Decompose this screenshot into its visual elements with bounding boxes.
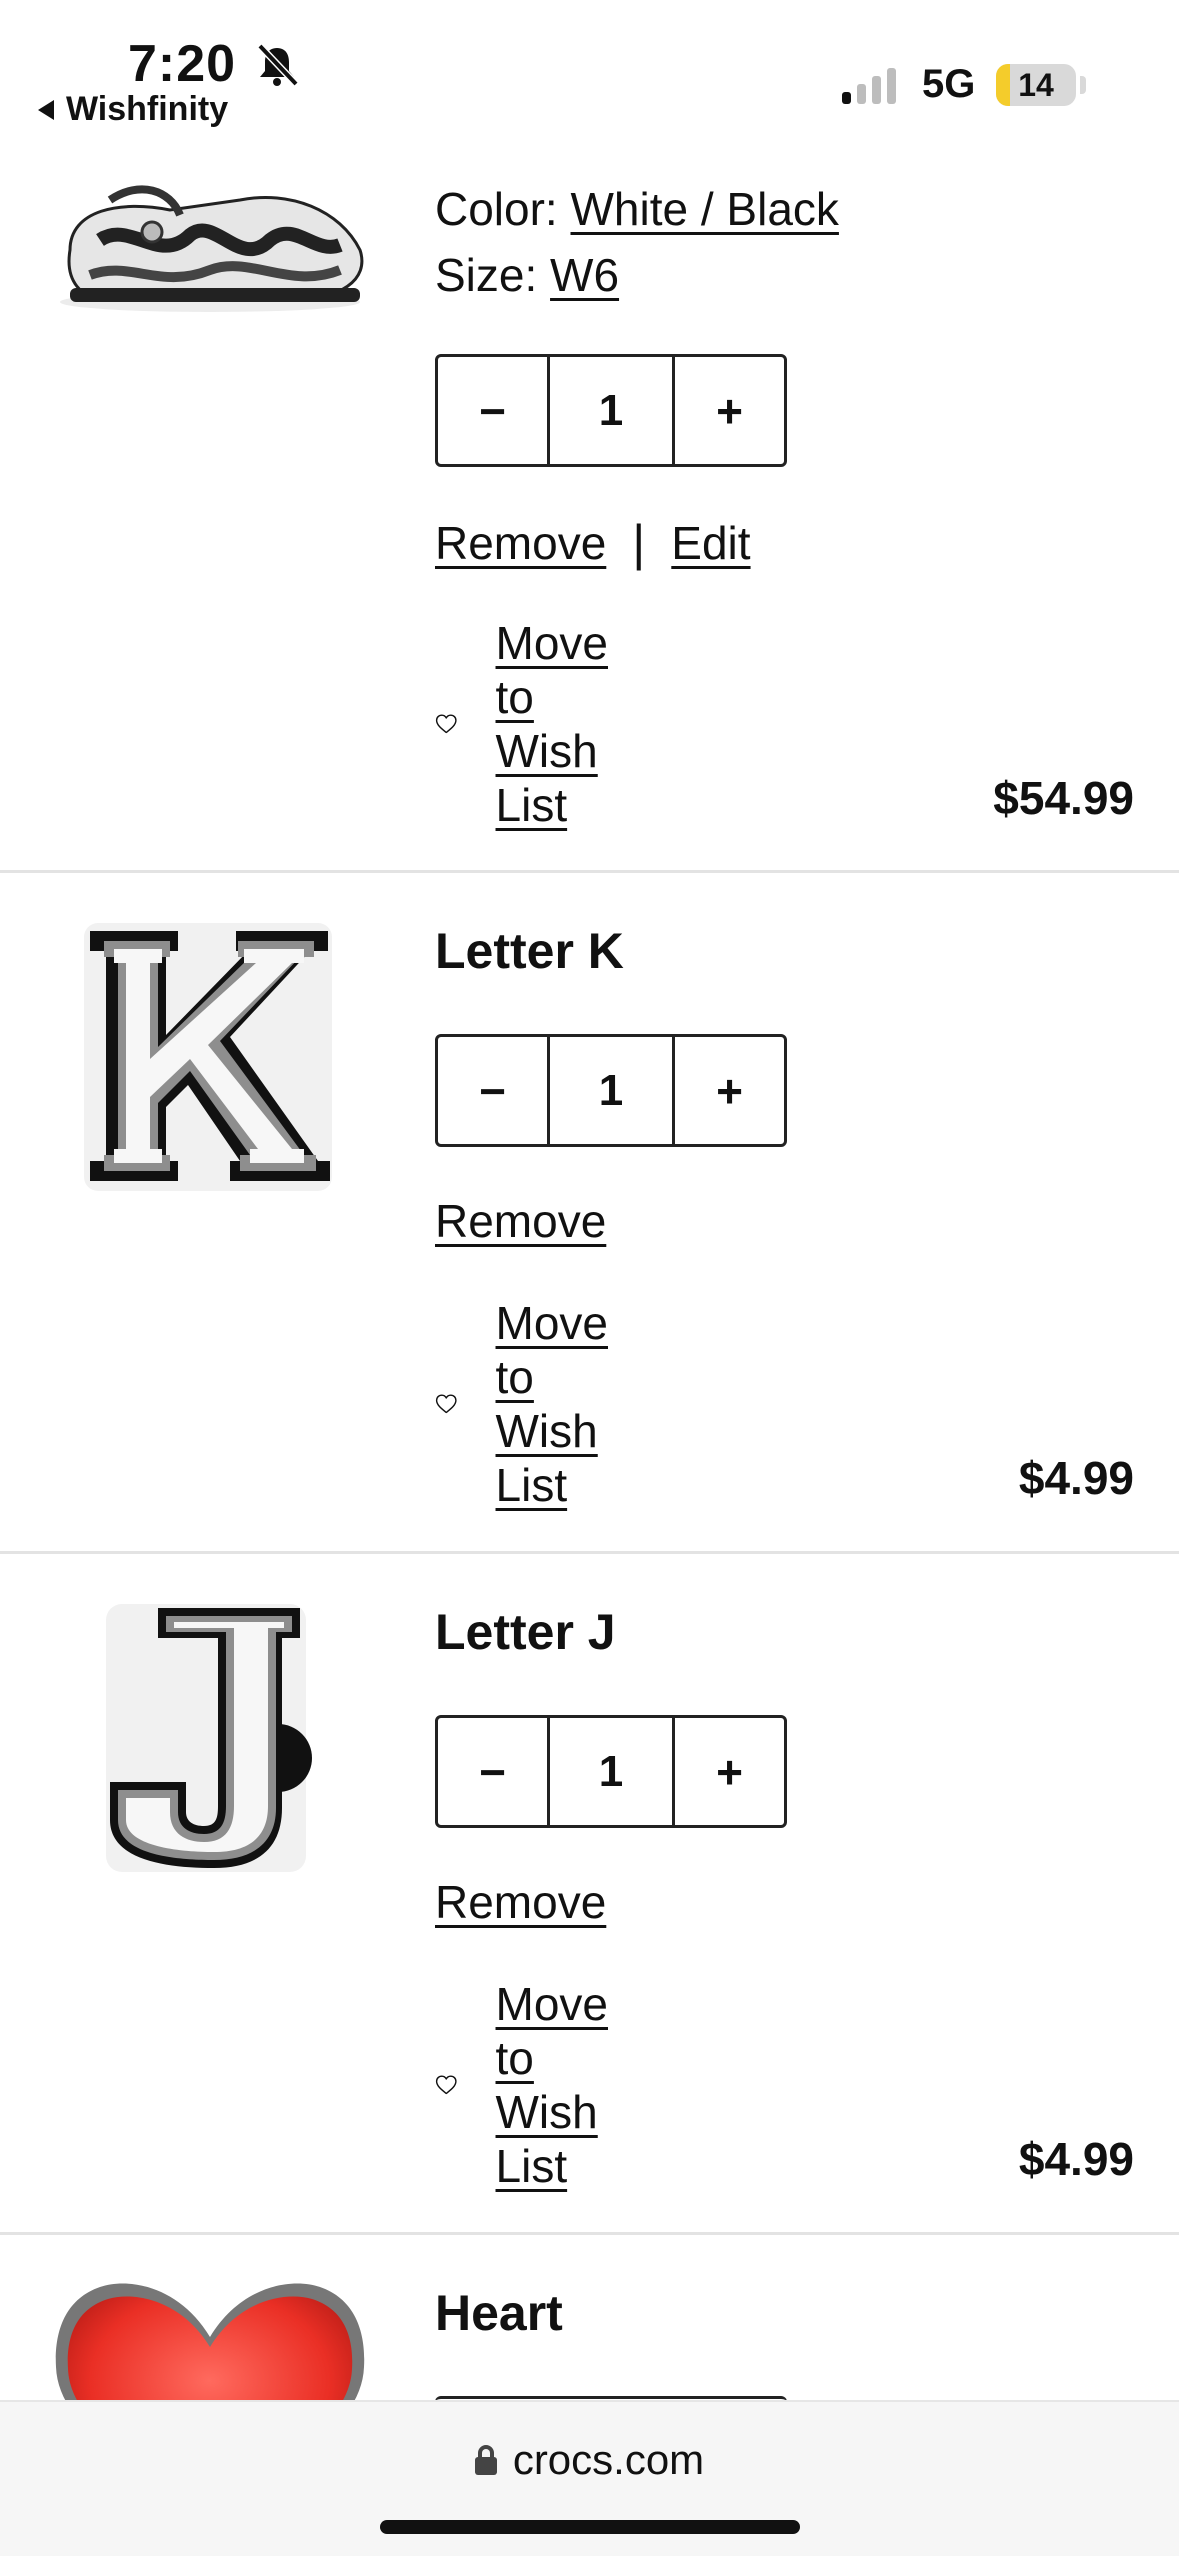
cart-item: Letter K − 1 + Remove Move to Wish List … <box>0 873 1179 1554</box>
increase-quantity-button[interactable]: + <box>675 1037 784 1144</box>
back-arrow-icon <box>38 99 54 120</box>
heart-outline-icon <box>435 1394 457 1414</box>
color-label: Color: <box>435 183 558 235</box>
url-display[interactable]: crocs.com <box>0 2436 1179 2484</box>
size-value-link[interactable]: W6 <box>550 249 619 301</box>
edit-link[interactable]: Edit <box>671 516 750 570</box>
battery-nub <box>1080 76 1086 94</box>
product-name[interactable]: Letter K <box>435 921 624 981</box>
item-price: $54.99 <box>993 772 1134 824</box>
quantity-stepper: − 1 + <box>435 1715 787 1828</box>
item-details: Letter K <box>435 921 624 981</box>
remove-link[interactable]: Remove <box>435 516 606 570</box>
lock-icon <box>474 2445 497 2475</box>
size-label: Size: <box>435 249 538 301</box>
url-text: crocs.com <box>512 2436 705 2483</box>
quantity-value[interactable]: 1 <box>547 1718 675 1825</box>
move-to-wish-list-button[interactable]: Move to Wish List <box>435 1977 641 2193</box>
back-to-app-button[interactable]: Wishfinity <box>38 90 228 129</box>
product-name[interactable]: Heart <box>435 2283 563 2343</box>
color-line: Color: White / Black <box>435 176 839 242</box>
product-image-clog[interactable] <box>40 170 380 320</box>
item-actions: Remove <box>435 1194 606 1248</box>
quantity-value[interactable]: 1 <box>547 1037 675 1144</box>
move-to-wish-list-button[interactable]: Move to Wish List <box>435 616 641 832</box>
network-type: 5G <box>922 62 976 106</box>
item-price: $4.99 <box>1018 2133 1134 2185</box>
status-bar: 7:20 Wishfinity 5G 14 <box>0 0 1179 160</box>
heart-outline-icon <box>435 714 457 734</box>
decrease-quantity-button[interactable]: − <box>438 357 547 464</box>
home-indicator[interactable] <box>380 2520 800 2534</box>
increase-quantity-button[interactable]: + <box>675 357 784 464</box>
decrease-quantity-button[interactable]: − <box>438 1718 547 1825</box>
move-to-wish-list-button[interactable]: Move to Wish List <box>435 1296 641 1512</box>
increase-quantity-button[interactable]: + <box>675 1718 784 1825</box>
item-actions: Remove | Edit <box>435 514 751 572</box>
color-value-link[interactable]: White / Black <box>571 183 839 235</box>
move-to-wish-list-label: Move to Wish List <box>495 617 608 831</box>
back-app-label: Wishfinity <box>66 90 229 128</box>
browser-address-bar[interactable]: crocs.com <box>0 2400 1179 2556</box>
move-to-wish-list-label: Move to Wish List <box>495 1978 608 2192</box>
item-actions: Remove <box>435 1875 606 1929</box>
remove-link[interactable]: Remove <box>435 1875 606 1929</box>
decrease-quantity-button[interactable]: − <box>438 1037 547 1144</box>
quantity-value[interactable]: 1 <box>547 357 675 464</box>
item-details: Heart <box>435 2283 563 2343</box>
move-to-wish-list-label: Move to Wish List <box>495 1297 608 1511</box>
item-price: $4.99 <box>1018 1452 1134 1504</box>
quantity-stepper: − 1 + <box>435 354 787 467</box>
battery-icon: 14 <box>996 64 1076 106</box>
product-image-letter-j[interactable] <box>100 1598 320 1878</box>
cart-item: Letter J − 1 + Remove Move to Wish List … <box>0 1554 1179 2235</box>
product-image-letter-k[interactable] <box>78 917 338 1197</box>
product-name[interactable]: Letter J <box>435 1602 616 1662</box>
item-details: Color: White / Black Size: W6 <box>435 176 839 308</box>
status-time: 7:20 <box>128 35 237 93</box>
silent-bell-icon <box>257 43 299 87</box>
size-line: Size: W6 <box>435 242 839 308</box>
action-separator: | <box>632 515 646 571</box>
quantity-stepper: − 1 + <box>435 1034 787 1147</box>
remove-link[interactable]: Remove <box>435 1194 606 1248</box>
heart-outline-icon <box>435 2075 457 2095</box>
item-details: Letter J <box>435 1602 616 1662</box>
battery-percent: 14 <box>1018 67 1054 103</box>
cellular-signal-icon <box>842 64 896 104</box>
